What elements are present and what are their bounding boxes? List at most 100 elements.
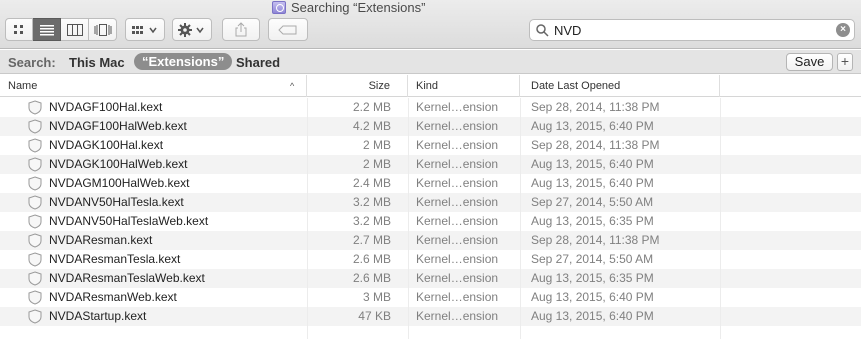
file-name: NVDANV50HalTesla.kext <box>49 195 184 209</box>
column-divider <box>307 98 308 339</box>
file-name: NVDAGF100HalWeb.kext <box>49 119 187 133</box>
scope-extensions[interactable]: “Extensions” <box>134 53 233 70</box>
search-scope-bar: Search: This Mac “Extensions” Shared Sav… <box>0 50 861 74</box>
file-kind: Kernel…ension <box>416 233 499 247</box>
table-row[interactable]: NVDAResmanWeb.kext 3 MB Kernel…ension Aug 1… <box>0 288 861 307</box>
file-date: Sep 27, 2014, 5:50 AM <box>531 252 654 266</box>
column-divider <box>520 98 521 339</box>
column-header-kind[interactable]: Kind <box>408 75 520 97</box>
icon-view-button[interactable] <box>5 18 33 41</box>
file-size: 2.4 MB <box>352 176 391 190</box>
arrange-button[interactable] <box>125 18 165 41</box>
file-kind: Kernel…ension <box>416 195 499 209</box>
file-name: NVDAGM100HalWeb.kext <box>49 176 190 190</box>
file-name: NVDAResman.kext <box>49 233 153 247</box>
table-row[interactable]: NVDAStartup.kext 47 KB Kernel…ension Aug 13… <box>0 307 861 326</box>
file-size: 2 MB <box>362 138 391 152</box>
action-button[interactable] <box>172 18 212 41</box>
window-title: Searching “Extensions” <box>272 0 425 15</box>
file-size: 3.2 MB <box>352 214 391 228</box>
file-date: Sep 28, 2014, 11:38 PM <box>531 138 660 152</box>
file-kind: Kernel…ension <box>416 157 499 171</box>
table-row[interactable]: NVDANV50HalTeslaWeb.kext 3.2 MB Kernel…ens… <box>0 212 861 231</box>
add-criteria-button[interactable]: + <box>837 53 853 71</box>
file-date: Aug 13, 2015, 6:40 PM <box>531 157 654 171</box>
file-kind: Kernel…ension <box>416 176 499 190</box>
table-row[interactable]: NVDANV50HalTesla.kext 3.2 MB Kernel…ension… <box>0 193 861 212</box>
file-date: Sep 28, 2014, 11:38 PM <box>531 100 660 114</box>
tag-icon <box>278 25 297 34</box>
file-date: Sep 28, 2014, 11:38 PM <box>531 233 660 247</box>
file-name: NVDAGK100Hal.kext <box>49 138 164 152</box>
grid-arrange-icon <box>132 25 157 34</box>
file-kind: Kernel…ension <box>416 271 499 285</box>
file-kind: Kernel…ension <box>416 290 499 304</box>
table-row[interactable]: NVDAGK100HalWeb.kext 2 MB Kernel…ension Aug… <box>0 155 861 174</box>
save-search-button[interactable]: Save <box>786 53 833 71</box>
file-size: 2 MB <box>362 157 391 171</box>
column-view-button[interactable] <box>61 18 89 41</box>
file-date: Aug 13, 2015, 6:40 PM <box>531 176 654 190</box>
search-icon <box>536 24 549 37</box>
file-date: Aug 13, 2015, 6:35 PM <box>531 214 654 228</box>
file-size: 2.2 MB <box>352 100 391 114</box>
file-name: NVDAResmanWeb.kext <box>49 290 177 304</box>
file-size: 47 KB <box>358 309 391 323</box>
search-field[interactable]: × <box>529 19 855 41</box>
column-header-row: Name ^ Size Kind Date Last Opened <box>0 75 861 97</box>
file-kind: Kernel…ension <box>416 119 499 133</box>
table-row[interactable]: NVDAGK100Hal.kext 2 MB Kernel…ension Sep 28… <box>0 136 861 155</box>
table-row[interactable]: NVDAResmanTeslaWeb.kext 2.6 MB Kernel…ensi… <box>0 269 861 288</box>
tag-button[interactable] <box>268 18 308 41</box>
column-header-kind-label: Kind <box>416 80 439 92</box>
table-row[interactable]: NVDAGF100Hal.kext 2.2 MB Kernel…ension Sep … <box>0 98 861 117</box>
file-kind: Kernel…ension <box>416 214 499 228</box>
file-date: Aug 13, 2015, 6:35 PM <box>531 271 654 285</box>
table-row[interactable]: NVDAGM100HalWeb.kext 2.4 MB Kernel…ension A… <box>0 174 861 193</box>
column-header-name-label: Name <box>8 80 38 92</box>
column-header-size[interactable]: Size <box>307 75 408 97</box>
table-row[interactable]: NVDAResmanTesla.kext 2.6 MB Kernel…ension S… <box>0 250 861 269</box>
column-header-name[interactable]: Name ^ <box>0 75 307 97</box>
list-view-button[interactable] <box>33 18 61 41</box>
list-view-icon <box>39 24 54 35</box>
smart-folder-icon <box>272 1 286 14</box>
column-header-date-label: Date Last Opened <box>531 80 621 92</box>
file-size: 3.2 MB <box>352 195 391 209</box>
column-divider <box>408 98 409 339</box>
scope-shared[interactable]: Shared <box>236 55 280 70</box>
file-size: 4.2 MB <box>352 119 391 133</box>
file-kind: Kernel…ension <box>416 252 499 266</box>
scope-this-mac[interactable]: This Mac <box>69 55 125 70</box>
sort-ascending-icon: ^ <box>290 81 295 91</box>
file-name: NVDANV50HalTeslaWeb.kext <box>49 214 209 228</box>
share-icon <box>235 22 247 37</box>
column-header-date[interactable]: Date Last Opened <box>520 75 720 97</box>
finder-window: Searching “Extensions” NVD × Search: Thi… <box>0 0 861 339</box>
file-kind: Kernel…ension <box>416 100 499 114</box>
file-size: 2.6 MB <box>352 271 391 285</box>
column-view-icon <box>66 23 83 36</box>
toolbar: Searching “Extensions” NVD × <box>0 0 861 49</box>
search-input[interactable] <box>554 22 824 38</box>
column-divider <box>720 98 721 339</box>
coverflow-view-button[interactable] <box>89 18 117 41</box>
coverflow-view-icon <box>94 23 111 36</box>
file-kind: Kernel…ension <box>416 309 499 323</box>
table-row[interactable]: NVDAGF100HalWeb.kext 4.2 MB Kernel…ension A… <box>0 117 861 136</box>
table-row[interactable]: NVDAResman.kext 2.7 MB Kernel…ension Sep 28… <box>0 231 861 250</box>
clear-search-icon[interactable]: × <box>836 23 850 37</box>
file-name: NVDAResmanTesla.kext <box>49 252 181 266</box>
file-date: Aug 13, 2015, 6:40 PM <box>531 309 654 323</box>
share-button[interactable] <box>222 18 260 41</box>
file-list: NVDAGF100Hal.kext 2.2 MB Kernel…ension Sep … <box>0 98 861 326</box>
file-size: 2.7 MB <box>352 233 391 247</box>
gear-icon <box>178 22 204 37</box>
file-size: 2.6 MB <box>352 252 391 266</box>
file-date: Sep 27, 2014, 5:50 AM <box>531 195 654 209</box>
file-name: NVDAStartup.kext <box>49 309 147 323</box>
file-size: 3 MB <box>362 290 391 304</box>
kext-shield-icon <box>28 309 42 330</box>
column-header-size-label: Size <box>368 80 390 92</box>
file-date: Aug 13, 2015, 6:40 PM <box>531 290 654 304</box>
